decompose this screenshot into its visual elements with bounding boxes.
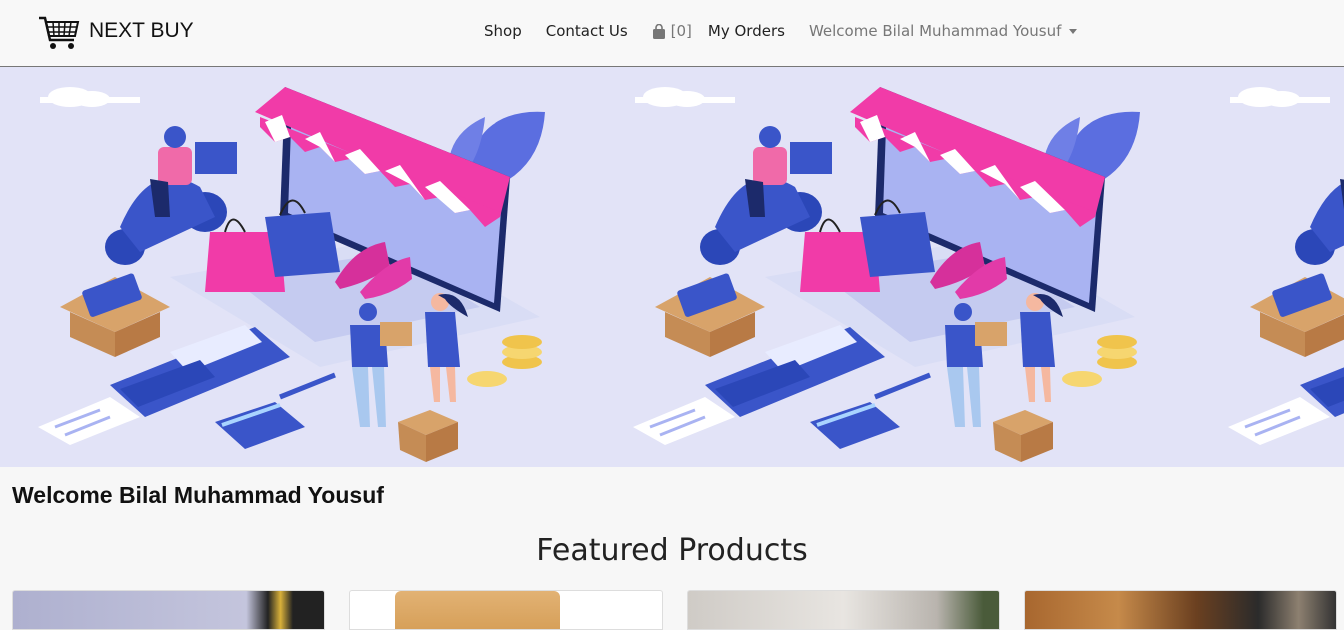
welcome-heading: Welcome Bilal Muhammad Yousuf	[12, 482, 384, 508]
hero-illustration-1	[0, 67, 595, 467]
nav-contact-us[interactable]: Contact Us	[546, 22, 628, 40]
brand-link[interactable]: NEXT BUY	[38, 14, 194, 52]
user-menu-dropdown[interactable]: Welcome Bilal Muhammad Yousuf	[808, 22, 1078, 40]
brand-name: NEXT BUY	[89, 19, 194, 42]
nav-cart[interactable]: [0]	[652, 22, 692, 40]
hero-illustration-2	[595, 67, 1190, 467]
hero-illustration-3	[1190, 67, 1344, 467]
nav-shop[interactable]: Shop	[484, 22, 522, 40]
product-card[interactable]	[12, 590, 325, 630]
shopping-bag-icon	[652, 23, 665, 39]
product-card[interactable]	[349, 590, 663, 630]
featured-products-heading: Featured Products	[536, 533, 808, 568]
shopping-cart-icon	[39, 16, 80, 49]
user-menu-label: Welcome Bilal Muhammad Yousuf	[808, 22, 1062, 40]
main-nav: Shop Contact Us [0] My Orders Welcome Bi…	[484, 22, 1101, 40]
cart-count: [0]	[670, 22, 692, 40]
caret-down-icon	[1069, 29, 1078, 34]
nav-my-orders[interactable]: My Orders	[708, 22, 785, 40]
product-card[interactable]	[687, 590, 1000, 630]
top-navbar: NEXT BUY Shop Contact Us [0] My Orders W…	[0, 0, 1344, 67]
hero-banner	[0, 67, 1344, 467]
product-card[interactable]	[1024, 590, 1337, 630]
